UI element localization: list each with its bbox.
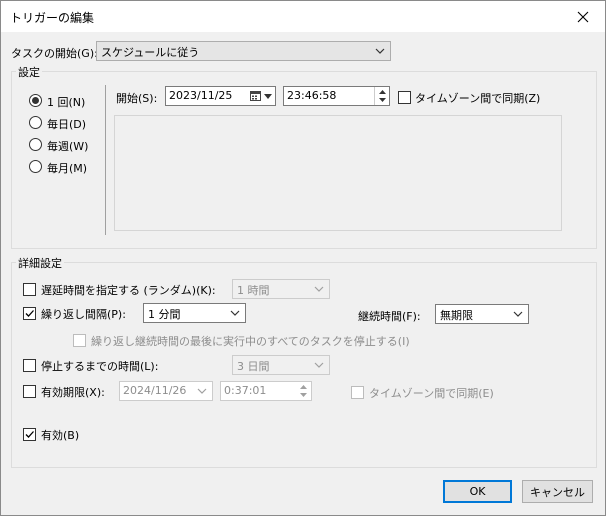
spin-up-icon: [300, 385, 307, 389]
expire-sync-timezone-checkbox[interactable]: [351, 386, 364, 399]
dialog-title: トリガーの編集: [10, 11, 95, 25]
expire-time-spinner[interactable]: 0:37:01: [220, 381, 312, 401]
stop-after-label: 停止するまでの時間(L):: [41, 360, 159, 373]
delay-value: 1 時間: [237, 284, 270, 297]
begin-task-value: スケジュールに従う: [101, 46, 200, 59]
settings-group-label: 設定: [16, 64, 42, 80]
expire-sync-timezone-label: タイムゾーン間で同期(E): [369, 387, 494, 400]
edit-trigger-dialog: トリガーの編集 タスクの開始(G): スケジュールに従う 設定 1 回(N) 毎…: [0, 0, 606, 516]
chevron-down-icon: [314, 362, 324, 368]
begin-task-label: タスクの開始(G):: [11, 47, 98, 60]
enabled-checkbox[interactable]: [23, 428, 36, 441]
settings-divider: [105, 85, 106, 235]
expire-date-picker[interactable]: 2024/11/26: [119, 381, 213, 401]
radio-weekly[interactable]: [29, 138, 42, 151]
start-date-value: 2023/11/25: [169, 89, 233, 102]
begin-task-select[interactable]: スケジュールに従う: [96, 41, 391, 61]
radio-daily-label: 毎日(D): [47, 118, 87, 131]
stop-after-select[interactable]: 3 日間: [232, 355, 330, 375]
repeat-label: 繰り返し間隔(P):: [41, 308, 126, 321]
close-button[interactable]: [561, 1, 605, 32]
repeat-checkbox[interactable]: [23, 307, 36, 320]
delay-checkbox[interactable]: [23, 283, 36, 296]
repeat-interval-value: 1 分間: [148, 308, 181, 321]
chevron-down-icon: [375, 48, 385, 54]
duration-select[interactable]: 無期限: [435, 304, 529, 324]
stop-all-label: 繰り返し継続時間の最後に実行中のすべてのタスクを停止する(I): [91, 335, 410, 348]
chevron-down-icon: [230, 310, 240, 316]
ok-button-label: OK: [469, 485, 486, 498]
sync-timezone-label: タイムゾーン間で同期(Z): [415, 92, 541, 105]
stop-after-value: 3 日間: [237, 360, 270, 373]
recurrence-options-panel: [114, 115, 562, 231]
duration-label: 継続時間(F):: [358, 310, 421, 323]
radio-daily[interactable]: [29, 116, 42, 129]
repeat-interval-select[interactable]: 1 分間: [143, 303, 246, 323]
stop-all-checkbox[interactable]: [73, 334, 86, 347]
radio-weekly-label: 毎週(W): [47, 140, 89, 153]
start-date-picker[interactable]: 2023/11/25: [165, 86, 276, 106]
radio-monthly-label: 毎月(M): [47, 162, 88, 175]
expire-spin-buttons[interactable]: [296, 382, 311, 400]
start-label: 開始(S):: [116, 92, 158, 105]
spin-down-icon: [379, 98, 386, 102]
expire-time-value: 0:37:01: [224, 384, 267, 397]
stop-after-checkbox[interactable]: [23, 359, 36, 372]
spin-up-icon: [379, 90, 386, 94]
dropdown-arrow-icon: [264, 94, 272, 99]
radio-once[interactable]: [29, 94, 42, 107]
checkmark-icon: [25, 310, 34, 317]
start-time-spinner[interactable]: 23:46:58: [283, 86, 390, 106]
radio-once-label: 1 回(N): [47, 96, 86, 109]
ok-button[interactable]: OK: [443, 480, 512, 503]
expire-checkbox[interactable]: [23, 385, 36, 398]
calendar-icon: [250, 91, 261, 101]
title-bar: トリガーの編集: [1, 1, 605, 32]
close-icon: [577, 11, 589, 22]
expire-label: 有効期限(X):: [41, 386, 105, 399]
duration-value: 無期限: [440, 309, 473, 322]
chevron-down-icon: [513, 311, 523, 317]
start-time-value: 23:46:58: [287, 89, 337, 102]
delay-select[interactable]: 1 時間: [232, 279, 330, 299]
radio-monthly[interactable]: [29, 160, 42, 173]
checkmark-icon: [25, 431, 34, 438]
chevron-down-icon: [314, 286, 324, 292]
cancel-button[interactable]: キャンセル: [522, 480, 593, 503]
delay-label: 遅延時間を指定する (ランダム)(K):: [41, 284, 216, 297]
advanced-settings-label: 詳細設定: [16, 255, 64, 271]
cancel-button-label: キャンセル: [530, 485, 585, 499]
sync-timezone-checkbox[interactable]: [398, 91, 411, 104]
chevron-down-icon: [197, 388, 207, 394]
time-spin-buttons[interactable]: [374, 87, 389, 105]
expire-date-value: 2024/11/26: [123, 384, 187, 397]
enabled-label: 有効(B): [41, 429, 80, 442]
spin-down-icon: [300, 393, 307, 397]
